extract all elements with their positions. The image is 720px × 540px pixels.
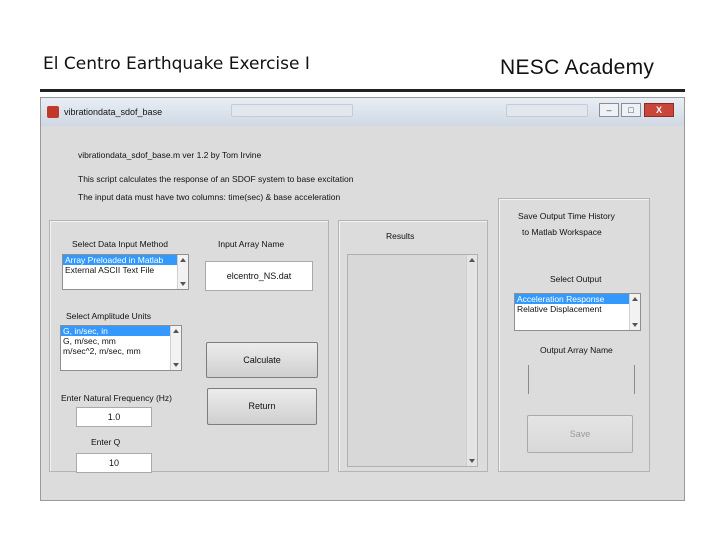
output-array-name-field[interactable] — [528, 365, 635, 394]
output-option-displacement[interactable]: Relative Displacement — [515, 304, 640, 314]
window-titlebar: vibrationdata_sdof_base – □ X — [41, 98, 684, 126]
window-title: vibrationdata_sdof_base — [64, 107, 163, 117]
results-label: Results — [386, 231, 415, 241]
save-button[interactable]: Save — [527, 415, 633, 453]
input-method-listbox[interactable]: Array Preloaded in Matlab External ASCII… — [62, 254, 189, 290]
output-option-acceleration[interactable]: Acceleration Response — [515, 294, 640, 304]
units-option-msec2[interactable]: m/sec^2, m/sec, mm — [61, 346, 181, 356]
save-output-sublabel: to Matlab Workspace — [522, 227, 602, 237]
close-button[interactable]: X — [644, 103, 674, 117]
amplitude-units-listbox[interactable]: G, in/sec, in G, m/sec, mm m/sec^2, m/se… — [60, 325, 182, 371]
input-method-option-ascii[interactable]: External ASCII Text File — [63, 265, 188, 275]
save-output-label: Save Output Time History — [518, 211, 615, 221]
amplitude-units-label: Select Amplitude Units — [66, 311, 152, 321]
matlab-figure-icon — [47, 106, 59, 118]
input-array-name-label: Input Array Name — [218, 239, 285, 249]
input-array-name-field[interactable]: elcentro_NS.dat — [205, 261, 313, 291]
minimize-button[interactable]: – — [599, 103, 619, 117]
intro-input-format-text: The input data must have two columns: ti… — [78, 192, 341, 202]
intro-description-text: This script calculates the response of a… — [78, 174, 354, 184]
calculate-button[interactable]: Calculate — [206, 342, 318, 378]
select-output-scrollbar[interactable] — [629, 294, 640, 330]
units-option-mm[interactable]: G, m/sec, mm — [61, 336, 181, 346]
return-button[interactable]: Return — [207, 388, 317, 425]
results-scrollbar[interactable] — [466, 255, 477, 466]
q-field[interactable]: 10 — [76, 453, 152, 473]
slide-title: El Centro Earthquake Exercise I — [43, 54, 310, 74]
background-window-ghost — [231, 104, 353, 117]
input-method-scrollbar[interactable] — [177, 255, 188, 289]
brand-label: NESC Academy — [500, 56, 655, 79]
select-output-label: Select Output — [550, 274, 602, 284]
output-array-name-label: Output Array Name — [540, 345, 613, 355]
units-scrollbar[interactable] — [170, 326, 181, 370]
background-window-ghost — [506, 104, 588, 117]
app-window: vibrationdata_sdof_base – □ X vibrationd… — [40, 97, 685, 501]
input-method-label: Select Data Input Method — [72, 239, 168, 249]
maximize-button[interactable]: □ — [621, 103, 641, 117]
natural-frequency-label: Enter Natural Frequency (Hz) — [61, 393, 173, 403]
select-output-listbox[interactable]: Acceleration Response Relative Displacem… — [514, 293, 641, 331]
title-divider — [40, 89, 685, 92]
natural-frequency-field[interactable]: 1.0 — [76, 407, 152, 427]
units-option-in[interactable]: G, in/sec, in — [61, 326, 181, 336]
intro-version-text: vibrationdata_sdof_base.m ver 1.2 by Tom… — [78, 150, 262, 160]
q-label: Enter Q — [91, 437, 121, 447]
input-method-option-preloaded[interactable]: Array Preloaded in Matlab — [63, 255, 188, 265]
results-textbox[interactable] — [347, 254, 478, 467]
